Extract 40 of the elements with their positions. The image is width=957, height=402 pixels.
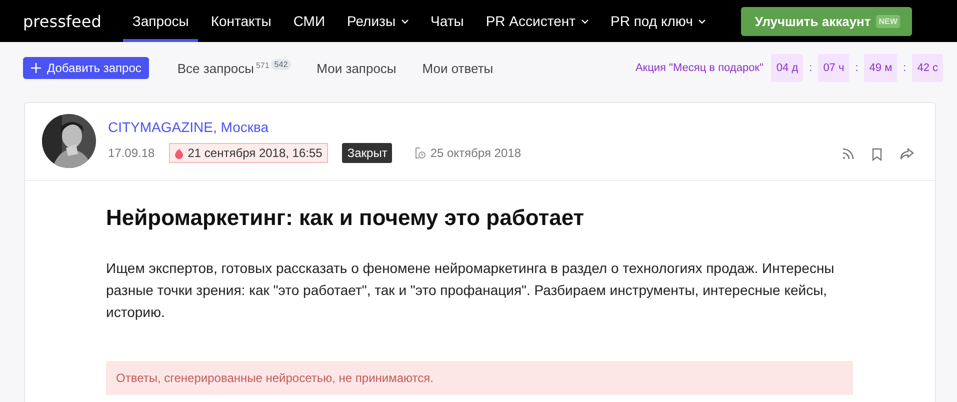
closed-date: 25 октября 2018	[414, 146, 521, 160]
filter-tab[interactable]: Мои ответы	[422, 60, 494, 76]
share-icon[interactable]	[900, 148, 914, 160]
filter-tab[interactable]: Все запросы$^{571}$ 542	[177, 60, 291, 76]
timer-cell: 04 д	[771, 54, 804, 82]
new-badge: NEW	[876, 14, 900, 28]
chevron-down-icon	[580, 18, 589, 24]
timer-cell: 49 м	[864, 54, 898, 82]
bookmark-icon[interactable]	[872, 148, 882, 160]
add-request-button[interactable]: Добавить запрос	[23, 57, 150, 79]
notice-banner: Ответы, сгенерированные нейросетью, не принимаются.	[106, 361, 853, 395]
chevron-down-icon	[400, 18, 409, 24]
timer-separator: :	[855, 62, 858, 74]
published-date: 17.09.18	[108, 146, 155, 160]
timer-cell: 07 ч	[818, 54, 850, 82]
outlet-link[interactable]: CITYMAGAZINE, Москва	[108, 119, 521, 135]
timer-cell: 42 с	[912, 54, 943, 82]
timer-separator: :	[903, 62, 906, 74]
nav-tab[interactable]: Запросы	[123, 0, 198, 42]
logo[interactable]: pressfeed	[23, 12, 102, 30]
request-title: Нейромаркетинг: как и почему это работает	[106, 205, 586, 231]
nav-tab[interactable]: PR под ключ	[602, 0, 715, 42]
plus-icon	[31, 63, 41, 73]
filter-tab[interactable]: Мои запросы	[316, 60, 396, 76]
request-count: 571	[256, 60, 270, 70]
flame-icon	[174, 148, 183, 158]
timer-separator: :	[809, 62, 812, 74]
deadline-badge: 21 сентября 2018, 16:55	[168, 143, 328, 163]
promo-label[interactable]: Акция "Месяц в подарок"	[635, 62, 764, 74]
nav-tab[interactable]: СМИ	[284, 0, 334, 42]
new-count-badge: 542	[271, 58, 291, 70]
nav-tab[interactable]: PR Ассистент	[476, 0, 598, 42]
nav-tab[interactable]: Чаты	[422, 0, 473, 42]
chevron-down-icon	[698, 18, 706, 24]
nav-tab[interactable]: Контакты	[202, 0, 280, 42]
clock-icon	[414, 147, 426, 159]
nav-tab[interactable]: Релизы	[338, 0, 418, 42]
status-badge: Закрыт	[342, 143, 392, 163]
rss-icon[interactable]	[842, 148, 854, 160]
request-description: Ищем экспертов, готовых рассказать о феномене нейромаркетинга в раздел о технологиях продаж. Интересны разные точки зрения: как "это работает", так и "это профанация". Разбираем инструменты, интересные кейсы, историю.	[106, 259, 836, 322]
